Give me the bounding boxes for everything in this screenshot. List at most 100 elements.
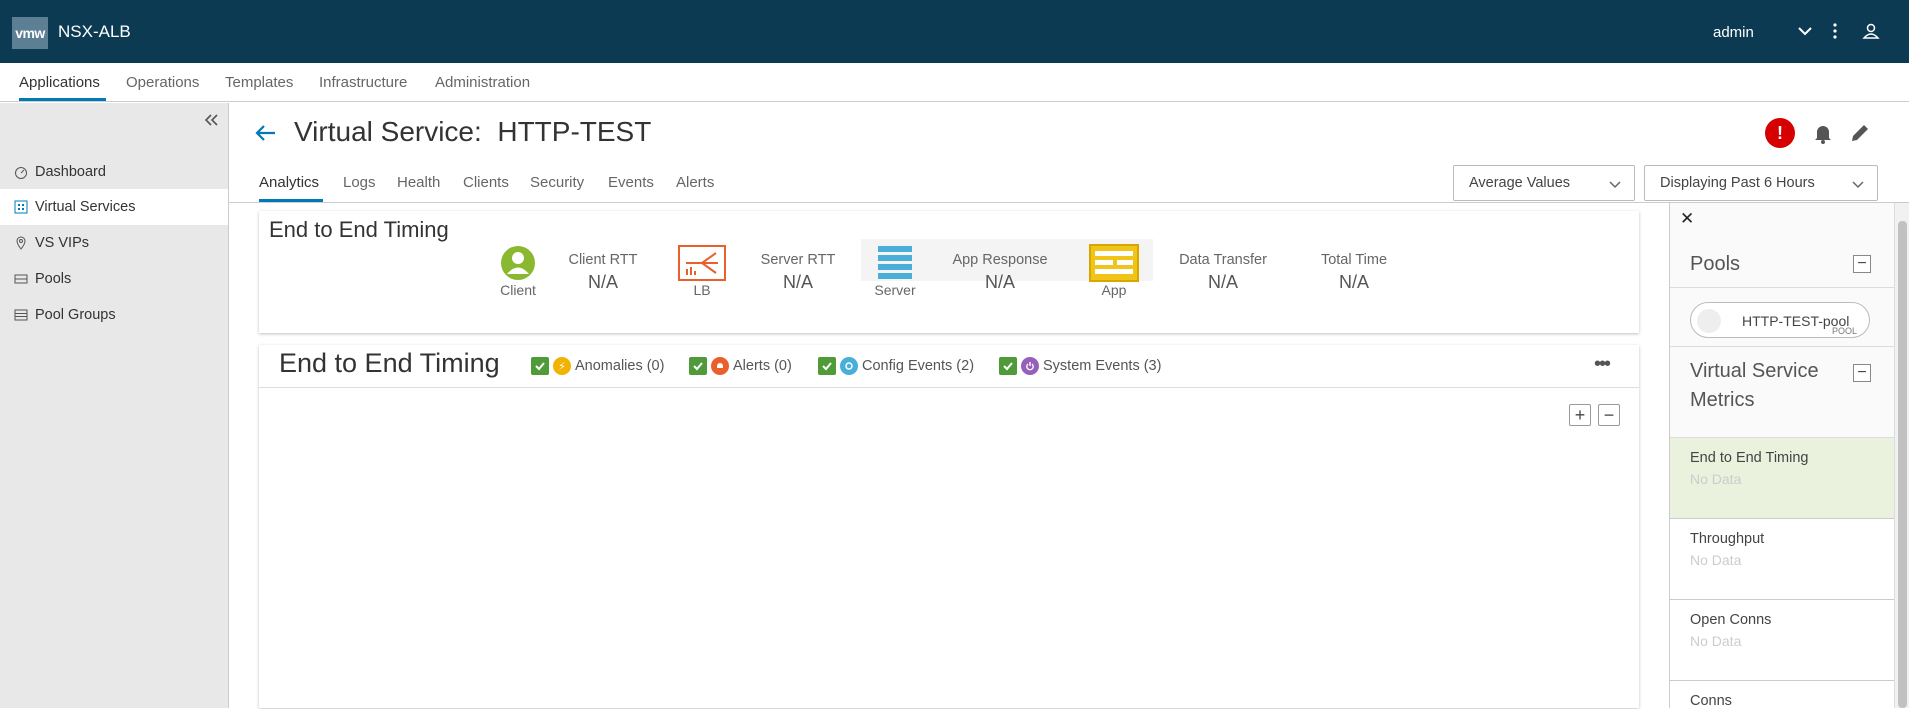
metric-item-title: Conns: [1690, 693, 1732, 709]
filter-config-events[interactable]: Config Events (2): [818, 357, 974, 375]
dashboard-icon: [15, 167, 27, 179]
chevron-down-icon: [1609, 181, 1621, 189]
nav-applications[interactable]: Applications: [19, 74, 100, 91]
e2e-chart-card: End to End Timing ⚡ Anomalies (0) Alerts…: [259, 345, 1639, 708]
sidebar-item-vs-vips[interactable]: VS VIPs: [0, 225, 228, 261]
sidebar-item-pool-groups[interactable]: Pool Groups: [0, 297, 228, 333]
collapse-sidebar-icon[interactable]: [201, 110, 221, 130]
tab-analytics[interactable]: Analytics: [259, 174, 319, 191]
vs-metrics-title-line1: Virtual Service: [1690, 360, 1819, 382]
sidebar-item-virtual-services[interactable]: Virtual Services: [0, 189, 228, 225]
checkbox-checked-icon[interactable]: [531, 357, 549, 375]
more-vertical-icon[interactable]: [1824, 20, 1846, 42]
power-icon: [1021, 357, 1039, 375]
virtual-services-icon: [14, 200, 28, 214]
filter-system-events[interactable]: System Events (3): [999, 357, 1161, 375]
checkbox-checked-icon[interactable]: [818, 357, 836, 375]
main-nav: Applications Operations Templates Infras…: [0, 63, 1909, 102]
metric-label: Total Time: [1320, 252, 1388, 268]
metric-item-sub: No Data: [1690, 552, 1742, 568]
scrollbar-thumb[interactable]: [1898, 221, 1907, 708]
filter-label: Alerts (0): [733, 358, 792, 374]
sidebar-item-pools[interactable]: Pools: [0, 261, 228, 297]
lightning-icon: ⚡: [553, 357, 571, 375]
zoom-out-button[interactable]: −: [1598, 404, 1620, 426]
pool-chip[interactable]: HTTP-TEST-pool POOL: [1690, 302, 1870, 338]
filter-label: Config Events (2): [862, 358, 975, 374]
active-nav-underline: [19, 98, 106, 101]
sidebar-item-label: Virtual Services: [35, 199, 136, 215]
metric-item-title: Throughput: [1690, 531, 1765, 547]
chevron-down-icon: [1852, 181, 1864, 189]
tab-security[interactable]: Security: [530, 174, 584, 191]
user-icon[interactable]: [1860, 20, 1882, 42]
tab-clients[interactable]: Clients: [463, 174, 509, 191]
sidebar-item-label: Dashboard: [35, 164, 106, 180]
bell-icon[interactable]: [1811, 121, 1835, 145]
collapse-vs-metrics-button[interactable]: −: [1853, 364, 1871, 382]
metric-value: N/A: [1338, 272, 1369, 292]
right-panel-scrollbar[interactable]: [1894, 203, 1909, 708]
chevron-down-icon[interactable]: [1794, 20, 1816, 42]
lb-icon: [678, 245, 726, 281]
user-menu[interactable]: admin: [1713, 24, 1754, 41]
gear-icon: [840, 357, 858, 375]
server-icon: [878, 246, 912, 279]
metric-item-e2e-timing[interactable]: End to End Timing No Data: [1670, 438, 1895, 519]
metric-value: N/A: [1207, 272, 1238, 292]
nav-operations[interactable]: Operations: [126, 74, 199, 91]
more-options-icon[interactable]: •••: [1594, 353, 1611, 376]
app-label: App: [1101, 282, 1127, 298]
tab-health[interactable]: Health: [397, 174, 440, 191]
sidebar: Dashboard Virtual Services VS VIPs Pools…: [0, 103, 229, 708]
pool-health-circle: [1697, 309, 1721, 333]
metric-value: N/A: [587, 272, 618, 292]
sidebar-item-dashboard[interactable]: Dashboard: [0, 154, 228, 190]
filter-anomalies[interactable]: ⚡ Anomalies (0): [531, 357, 664, 375]
metric-item-throughput[interactable]: Throughput No Data: [1670, 519, 1895, 600]
nav-infrastructure[interactable]: Infrastructure: [319, 74, 407, 91]
back-arrow-icon[interactable]: [253, 121, 279, 145]
sidebar-item-label: Pool Groups: [35, 307, 116, 323]
metric-label: Server RTT: [760, 252, 836, 268]
vs-metrics-section-header: Virtual Service Metrics −: [1670, 346, 1895, 438]
collapse-pools-button[interactable]: −: [1853, 255, 1871, 273]
metric-item-sub: No Data: [1690, 633, 1742, 649]
card-title: End to End Timing: [269, 217, 449, 242]
select-value: Average Values: [1469, 175, 1571, 191]
sidebar-item-label: VS VIPs: [35, 235, 89, 251]
checkbox-checked-icon[interactable]: [999, 357, 1017, 375]
average-values-select[interactable]: Average Values: [1453, 165, 1635, 201]
metric-item-open-conns[interactable]: Open Conns No Data: [1670, 600, 1895, 681]
metric-label: Data Transfer: [1179, 252, 1267, 268]
alert-badge[interactable]: !: [1765, 118, 1795, 148]
tab-logs[interactable]: Logs: [343, 174, 376, 191]
sidebar-item-label: Pools: [35, 271, 72, 287]
metric-label: Client RTT: [568, 252, 638, 268]
app-name: NSX-ALB: [58, 22, 131, 41]
chart-title: End to End Timing: [279, 348, 500, 378]
edit-pencil-icon[interactable]: [1848, 121, 1872, 145]
select-value: Displaying Past 6 Hours: [1660, 175, 1815, 191]
pool-groups-icon: [14, 309, 28, 321]
checkbox-checked-icon[interactable]: [689, 357, 707, 375]
pool-tag: POOL: [1832, 326, 1858, 336]
pools-section-header: Pools −: [1670, 238, 1895, 288]
app-icon: [1089, 244, 1139, 282]
metric-item-title: Open Conns: [1690, 612, 1772, 628]
nav-templates[interactable]: Templates: [225, 74, 293, 91]
filter-alerts[interactable]: Alerts (0): [689, 357, 792, 375]
subtab-divider: [229, 202, 1909, 203]
e2e-timing-card: End to End Timing Client Client RTT N/A …: [259, 211, 1639, 333]
time-period-select[interactable]: Displaying Past 6 Hours: [1644, 165, 1878, 201]
metric-item-conns[interactable]: Conns: [1670, 681, 1895, 709]
metric-value: N/A: [782, 272, 813, 292]
tab-events[interactable]: Events: [608, 174, 654, 191]
tab-alerts[interactable]: Alerts: [676, 174, 714, 191]
vmware-logo: vmw: [12, 17, 48, 49]
close-panel-icon[interactable]: ✕: [1680, 209, 1694, 229]
zoom-in-button[interactable]: +: [1569, 404, 1591, 426]
chart-card-header: End to End Timing ⚡ Anomalies (0) Alerts…: [259, 345, 1639, 388]
nav-administration[interactable]: Administration: [435, 74, 530, 91]
server-label: Server: [874, 282, 916, 298]
